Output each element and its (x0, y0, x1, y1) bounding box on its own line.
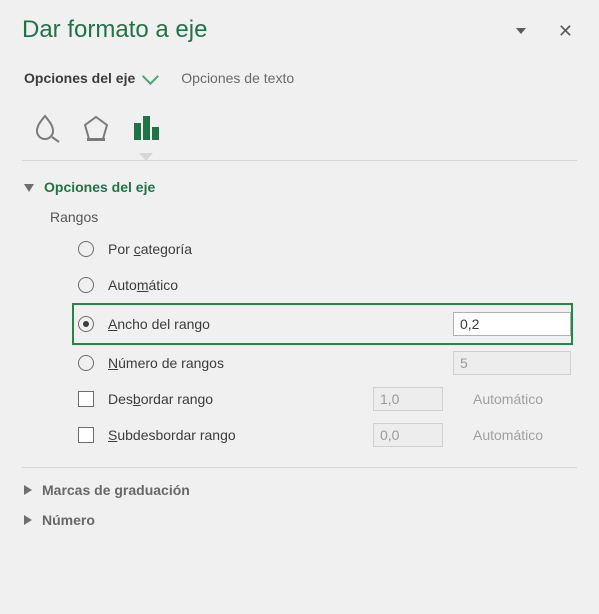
close-icon[interactable]: ✕ (558, 22, 573, 40)
options-tabs: Opciones del eje Opciones de texto (22, 70, 577, 86)
radio-icon (78, 277, 94, 293)
overflow-input (373, 387, 443, 411)
tab-text-options-label: Opciones de texto (181, 70, 294, 86)
section-number-title: Número (42, 512, 95, 528)
expand-collapse-icon (24, 485, 32, 495)
bins-label: Rangos (50, 209, 577, 225)
radio-bin-width[interactable]: Ancho del rango (72, 303, 573, 345)
axis-options-icon[interactable] (126, 108, 166, 148)
section-axis-options-title: Opciones del eje (44, 179, 155, 195)
check-overflow[interactable]: Desbordar rango Automático (74, 381, 571, 417)
check-underflow-label: Subdesbordar rango (108, 427, 359, 443)
bin-width-input[interactable] (453, 312, 571, 336)
collapsed-sections: Marcas de graduación Número (22, 482, 577, 528)
underflow-auto-label: Automático (473, 427, 571, 443)
check-underflow[interactable]: Subdesbordar rango Automático (74, 417, 571, 453)
radio-automatic[interactable]: Automático (74, 267, 571, 303)
pane-title-row: Dar formato a eje ✕ (22, 14, 577, 44)
category-icons (22, 108, 577, 148)
expand-collapse-icon (24, 515, 32, 525)
divider (22, 160, 577, 161)
checkbox-icon (78, 391, 94, 407)
num-bins-input (453, 351, 571, 375)
checkbox-icon (78, 427, 94, 443)
format-axis-pane: Dar formato a eje ✕ Opciones del eje Opc… (0, 0, 599, 614)
check-overflow-label: Desbordar rango (108, 391, 359, 407)
pane-title-controls: ✕ (516, 22, 573, 40)
underflow-input (373, 423, 443, 447)
pane-title: Dar formato a eje (22, 16, 516, 44)
expand-collapse-icon (24, 184, 34, 192)
section-axis-options[interactable]: Opciones del eje (22, 179, 577, 195)
section-number[interactable]: Número (22, 512, 577, 528)
radio-automatic-label: Automático (108, 277, 571, 293)
radio-icon (78, 316, 94, 332)
fill-line-icon[interactable] (26, 108, 66, 148)
radio-icon (78, 241, 94, 257)
radio-num-bins-label: Número de rangos (108, 355, 439, 371)
section-tick-marks-title: Marcas de graduación (42, 482, 190, 498)
tab-axis-options[interactable]: Opciones del eje (24, 70, 155, 86)
effects-icon[interactable] (76, 108, 116, 148)
radio-num-bins[interactable]: Número de rangos (74, 345, 571, 381)
task-pane-menu-icon[interactable] (516, 28, 526, 34)
radio-bin-width-label: Ancho del rango (108, 316, 439, 332)
radio-by-category[interactable]: Por categoría (74, 231, 571, 267)
tab-axis-options-label: Opciones del eje (24, 70, 135, 86)
radio-icon (78, 355, 94, 371)
chevron-down-icon (142, 68, 159, 85)
overflow-auto-label: Automático (473, 391, 571, 407)
section-tick-marks[interactable]: Marcas de graduación (22, 482, 577, 498)
divider (22, 467, 577, 468)
radio-by-category-label: Por categoría (108, 241, 571, 257)
tab-text-options[interactable]: Opciones de texto (181, 70, 294, 86)
